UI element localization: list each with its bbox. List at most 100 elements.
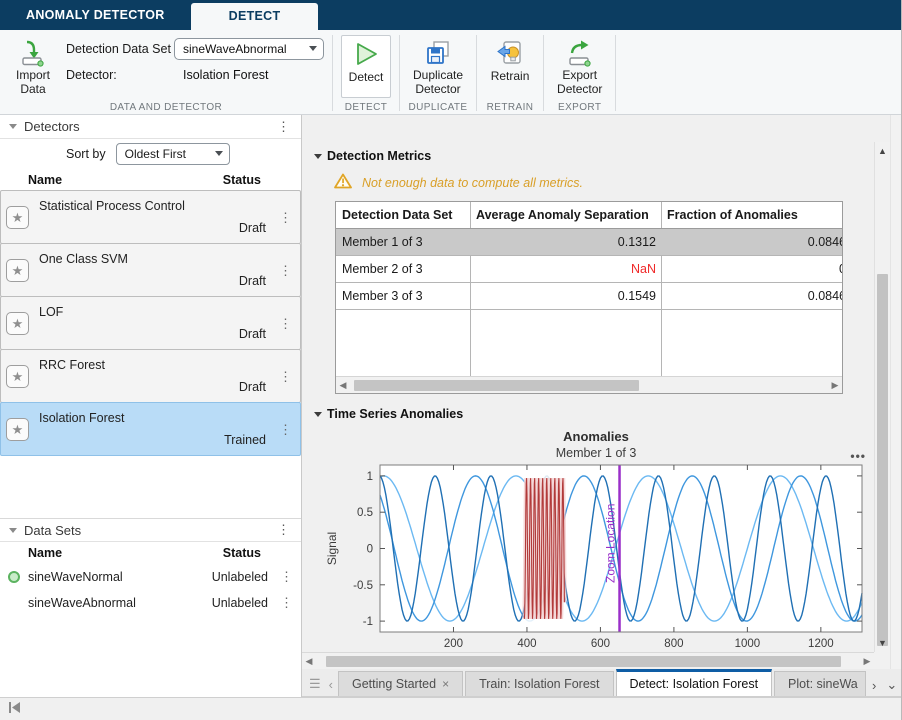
table-horizontal-scrollbar[interactable]: ◀ ▶ xyxy=(336,376,842,393)
dataset-name: sineWaveAbnormal xyxy=(28,596,136,610)
detector-list-item[interactable]: ★ Statistical Process Control Draft ⋮ xyxy=(0,190,301,244)
favorite-star-button[interactable]: ★ xyxy=(6,365,29,388)
sort-value: Oldest First xyxy=(125,147,186,161)
item-menu-icon[interactable]: ⋮ xyxy=(279,369,292,385)
import-data-button[interactable]: Import Data xyxy=(8,35,58,98)
time-series-anomalies-header[interactable]: Time Series Anomalies xyxy=(314,407,874,421)
detector-value: Isolation Forest xyxy=(174,68,268,82)
dataset-list-item[interactable]: sineWaveNormal Unlabeled ⋮ xyxy=(0,564,301,590)
item-menu-icon[interactable]: ⋮ xyxy=(280,569,293,585)
detector-name: RRC Forest xyxy=(39,358,105,372)
axes-toolbar-icon[interactable]: ••• xyxy=(850,449,866,463)
panel-menu-icon[interactable]: ⋮ xyxy=(275,525,292,535)
table-row[interactable]: Member 3 of 3 0.1549 0.0846 xyxy=(336,283,842,310)
cell-fraction: 0 xyxy=(661,256,843,282)
detection-metrics-table[interactable]: Detection Data Set Average Anomaly Separ… xyxy=(335,201,843,394)
document-tab[interactable]: Plot: sineWa xyxy=(774,671,866,696)
detection-data-set-label: Detection Data Set xyxy=(66,42,174,56)
detector-name: Isolation Forest xyxy=(39,411,124,425)
detector-status: Draft xyxy=(239,274,266,288)
item-menu-icon[interactable]: ⋮ xyxy=(279,263,292,279)
svg-text:-1: -1 xyxy=(363,616,373,628)
scroll-right-arrow[interactable]: ▶ xyxy=(828,380,842,391)
detection-data-set-dropdown[interactable]: sineWaveAbnormal xyxy=(174,38,324,60)
collapse-icon[interactable] xyxy=(9,124,17,129)
favorite-star-button[interactable]: ★ xyxy=(6,312,29,335)
main-pane: ☰ ‹ Getting Started × Train: Isolation F… xyxy=(302,115,901,697)
col-average-anomaly-separation: Average Anomaly Separation xyxy=(470,202,661,228)
sort-dropdown[interactable]: Oldest First xyxy=(116,143,230,165)
tab-detect[interactable]: DETECT xyxy=(191,3,319,30)
close-icon[interactable]: × xyxy=(442,677,449,691)
scrollbar-thumb[interactable] xyxy=(354,380,639,391)
group-retrain: Retrain RETRAIN xyxy=(477,30,543,114)
item-menu-icon[interactable]: ⋮ xyxy=(279,422,292,438)
svg-text:400: 400 xyxy=(517,638,536,650)
anomalies-chart[interactable]: Anomalies Member 1 of 3 ••• Zoom Locatio… xyxy=(322,429,870,652)
duplicate-detector-button[interactable]: Duplicate Detector xyxy=(408,35,468,98)
doc-tab-label: Plot: sineWa xyxy=(788,677,858,691)
chevron-down-icon[interactable]: ⌄ xyxy=(882,677,901,693)
detect-button[interactable]: Detect xyxy=(341,35,391,98)
cell-dataset: Member 3 of 3 xyxy=(336,283,470,309)
col-detection-data-set: Detection Data Set xyxy=(336,202,470,228)
dataset-list-item[interactable]: sineWaveAbnormal Unlabeled ⋮ xyxy=(0,590,301,616)
document-tab[interactable]: Train: Isolation Forest xyxy=(465,671,613,696)
item-menu-icon[interactable]: ⋮ xyxy=(280,595,293,611)
chevron-left-icon[interactable]: ‹ xyxy=(326,677,338,696)
detector-list-item[interactable]: ★ LOF Draft ⋮ xyxy=(0,296,301,350)
tab-list-icon[interactable]: ☰ xyxy=(306,676,326,696)
document-tab[interactable]: Detect: Isolation Forest xyxy=(616,669,773,696)
datasets-panel-header[interactable]: Data Sets ⋮ xyxy=(0,518,301,542)
detector-label: Detector: xyxy=(66,68,174,82)
detector-status: Trained xyxy=(224,433,266,447)
warning-icon xyxy=(334,173,352,192)
import-data-label-1: Import xyxy=(16,68,50,82)
document-tab[interactable]: Getting Started × xyxy=(338,671,463,696)
scrollbar-thumb[interactable] xyxy=(326,656,841,667)
retrain-button[interactable]: Retrain xyxy=(485,35,535,98)
detection-metrics-header[interactable]: Detection Metrics xyxy=(314,149,874,163)
datasets-list: sineWaveNormal Unlabeled ⋮ sineWaveAbnor… xyxy=(0,564,301,616)
tab-anomaly-detector[interactable]: ANOMALY DETECTOR xyxy=(0,0,191,30)
favorite-star-button[interactable]: ★ xyxy=(6,418,29,441)
collapse-icon[interactable] xyxy=(314,412,322,417)
scroll-up-arrow[interactable]: ▲ xyxy=(875,146,890,156)
scroll-left-arrow[interactable]: ◀ xyxy=(302,656,316,667)
detector-fields: Detection Data Set sineWaveAbnormal Dete… xyxy=(66,35,324,98)
panel-menu-icon[interactable]: ⋮ xyxy=(275,122,292,132)
detectors-column-headers: Name Status xyxy=(0,169,301,191)
table-row[interactable]: Member 1 of 3 0.1312 0.0846 xyxy=(336,229,842,256)
detector-list-item[interactable]: ★ One Class SVM Draft ⋮ xyxy=(0,243,301,297)
chevron-right-icon[interactable]: › xyxy=(868,678,880,693)
item-menu-icon[interactable]: ⋮ xyxy=(279,316,292,332)
table-row[interactable]: Member 2 of 3 NaN 0 xyxy=(336,256,842,283)
scroll-left-arrow[interactable]: ◀ xyxy=(336,380,350,391)
collapse-panel-icon[interactable] xyxy=(7,701,22,717)
detector-status: Draft xyxy=(239,221,266,235)
toolstrip: Import Data Detection Data Set sineWaveA… xyxy=(0,30,901,115)
dataset-status: Unlabeled xyxy=(212,596,280,610)
item-menu-icon[interactable]: ⋮ xyxy=(279,210,292,226)
doc-tab-label: Getting Started xyxy=(352,677,436,691)
table-header-row: Detection Data Set Average Anomaly Separ… xyxy=(336,202,842,229)
detector-list-item[interactable]: ★ RRC Forest Draft ⋮ xyxy=(0,349,301,403)
collapse-icon[interactable] xyxy=(314,154,322,159)
scroll-right-arrow[interactable]: ▶ xyxy=(860,656,874,667)
dataset-status: Unlabeled xyxy=(212,570,280,584)
detector-list-item[interactable]: ★ Isolation Forest Trained ⋮ xyxy=(0,402,301,456)
scrollbar-thumb[interactable] xyxy=(877,274,888,646)
vertical-scrollbar[interactable]: ▲ ▼ xyxy=(874,142,890,652)
document-tabstrip: ☰ ‹ Getting Started × Train: Isolation F… xyxy=(302,669,901,697)
favorite-star-button[interactable]: ★ xyxy=(6,206,29,229)
scroll-down-arrow[interactable]: ▼ xyxy=(875,638,890,648)
cell-separation: NaN xyxy=(470,256,661,282)
export-detector-button[interactable]: Export Detector xyxy=(552,35,607,98)
favorite-star-button[interactable]: ★ xyxy=(6,259,29,282)
collapse-icon[interactable] xyxy=(9,528,17,533)
cell-fraction: 0.0846 xyxy=(661,229,843,255)
status-column-header: Status xyxy=(223,173,301,187)
anomalies-plot[interactable]: Zoom Location2004006008001000120010.50-0… xyxy=(322,460,870,652)
detectors-panel-header[interactable]: Detectors ⋮ xyxy=(0,115,301,139)
horizontal-scrollbar[interactable]: ◀ ▶ xyxy=(302,652,874,669)
